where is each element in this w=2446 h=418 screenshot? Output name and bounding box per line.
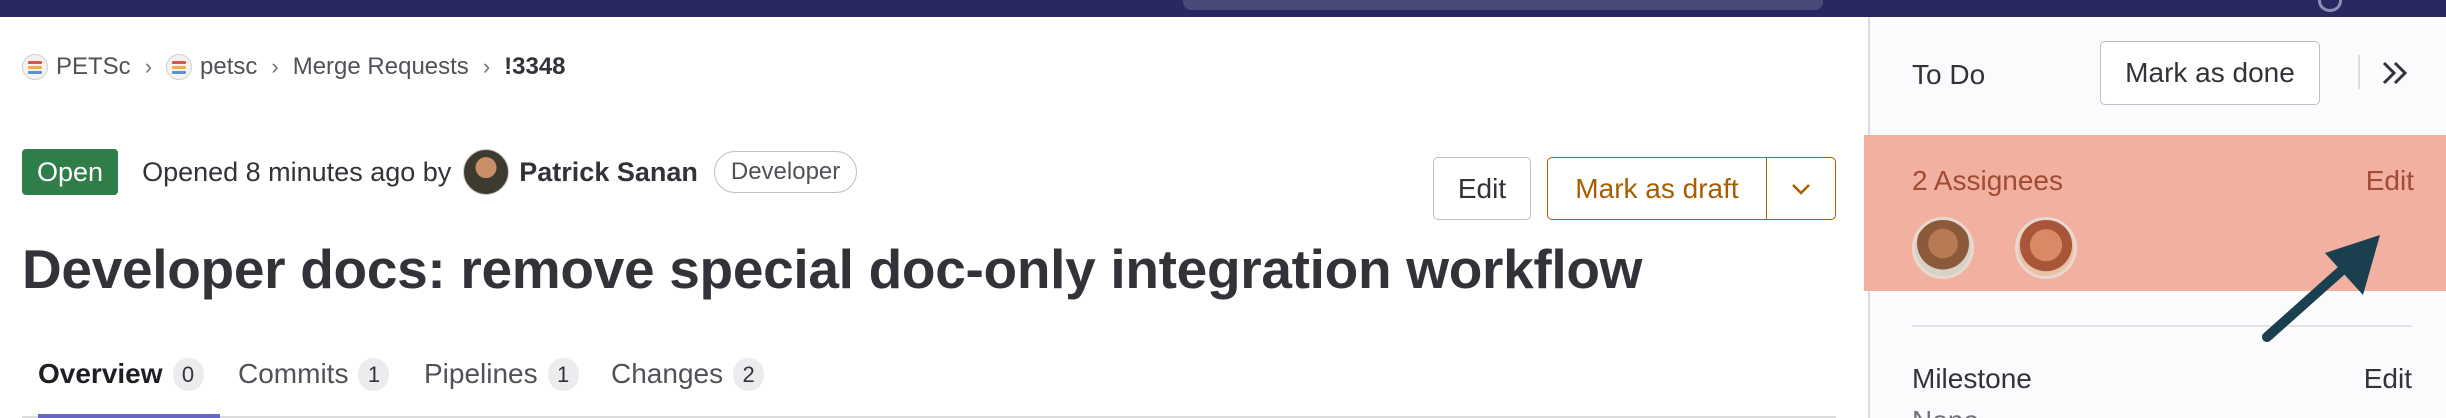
edit-button[interactable]: Edit: [1433, 157, 1531, 220]
tab-count-badge: 2: [733, 357, 765, 391]
top-navbar: [0, 0, 2446, 17]
petsc-logo-icon: [22, 54, 48, 80]
breadcrumb-label: Merge Requests: [292, 53, 469, 80]
petsc-logo-icon: [166, 54, 193, 80]
mark-as-draft-button[interactable]: Mark as draft: [1547, 157, 1767, 220]
breadcrumb-label: PETSc: [56, 53, 131, 80]
assignee-avatar[interactable]: [2015, 217, 2077, 279]
annotation-arrow-icon: [2262, 235, 2380, 342]
assignees-edit-link[interactable]: Edit: [2366, 165, 2414, 197]
tab-count-badge: 0: [172, 357, 204, 391]
todo-label: To Do: [1912, 59, 1986, 90]
tab-count-badge: 1: [547, 357, 579, 391]
mr-status-row: Open Opened 8 minutes ago by Patrick San…: [22, 147, 858, 197]
opened-text: Opened 8 minutes ago by: [142, 156, 452, 187]
tab-overview[interactable]: Overview 0: [38, 332, 220, 418]
author-avatar[interactable]: [463, 149, 510, 195]
milestone-value: None: [1912, 405, 1979, 418]
chevron-down-icon: [1792, 183, 1810, 195]
breadcrumb: PETSc › petsc › Merge Requests › !3348: [22, 51, 566, 83]
page-title: Developer docs: remove special doc-only …: [22, 238, 1643, 300]
main-content: PETSc › petsc › Merge Requests › !3348 O…: [0, 17, 1868, 418]
chevron-right-icon: ›: [482, 54, 491, 79]
chevron-right-icon: ›: [271, 54, 279, 79]
mr-tabs: Overview 0 Commits 1 Pipelines 1 Changes…: [22, 332, 1836, 418]
milestone-edit-link[interactable]: Edit: [2364, 363, 2412, 395]
draft-dropdown-toggle[interactable]: [1766, 157, 1836, 220]
tab-label: Commits: [238, 358, 349, 389]
breadcrumb-item-merge-requests[interactable]: Merge Requests: [293, 53, 469, 81]
mark-as-done-button[interactable]: Mark as done: [2100, 41, 2320, 105]
breadcrumb-label: petsc: [200, 53, 258, 80]
breadcrumb-item-current[interactable]: !3348: [504, 53, 565, 81]
tab-changes[interactable]: Changes 2: [611, 332, 765, 416]
assignee-avatar[interactable]: [1912, 217, 1974, 279]
breadcrumb-label: !3348: [504, 53, 566, 80]
tab-label: Changes: [611, 358, 724, 389]
milestone-label: Milestone: [1912, 363, 2032, 394]
tab-commits[interactable]: Commits 1: [238, 332, 390, 416]
chevron-right-icon: ›: [144, 54, 153, 79]
role-badge: Developer: [713, 151, 858, 193]
breadcrumb-item-project[interactable]: petsc: [166, 53, 257, 81]
tab-label: Pipelines: [424, 358, 538, 389]
tab-label: Overview: [38, 358, 163, 389]
divider: [2358, 55, 2360, 89]
search-bar[interactable]: [1183, 0, 1823, 10]
right-sidebar: To Do Mark as done 2 Assignees Edit Mile…: [1864, 17, 2446, 418]
tab-pipelines[interactable]: Pipelines 1: [424, 332, 579, 416]
user-menu-icon[interactable]: [2318, 0, 2342, 12]
author-name-link[interactable]: Patrick Sanan: [519, 157, 698, 188]
assignees-label: 2 Assignees: [1912, 165, 2063, 196]
collapse-sidebar-icon[interactable]: [2375, 53, 2415, 93]
tab-count-badge: 1: [358, 357, 390, 391]
breadcrumb-item-group[interactable]: PETSc: [22, 53, 131, 81]
status-badge: Open: [22, 149, 119, 195]
